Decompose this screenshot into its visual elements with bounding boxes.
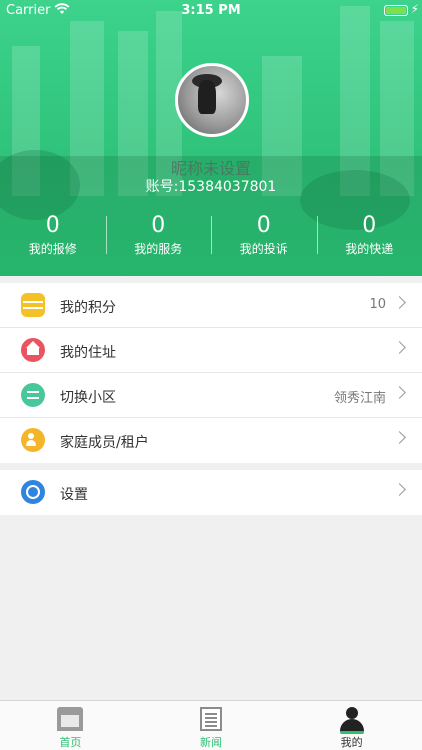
stat-label: 我的快递 bbox=[345, 242, 394, 256]
home-icon bbox=[21, 338, 45, 362]
menu-item-label: 切换小区 bbox=[60, 390, 116, 406]
stat-label: 我的服务 bbox=[134, 242, 183, 256]
stat-value: 0 bbox=[256, 213, 271, 238]
menu-item-address[interactable]: 我的住址 bbox=[0, 328, 422, 373]
menu-item-switch-community[interactable]: 切换小区 领秀江南 bbox=[0, 373, 422, 418]
clock: 3:15 PM bbox=[181, 3, 241, 18]
switch-icon bbox=[21, 383, 45, 407]
avatar[interactable] bbox=[175, 63, 249, 137]
account-number: 账号:15384037801 bbox=[145, 179, 277, 195]
tab-news[interactable]: 新闻 bbox=[141, 701, 282, 750]
stat-complaints[interactable]: 0 我的投诉 bbox=[211, 214, 317, 260]
settings-section: 设置 bbox=[0, 470, 422, 515]
family-icon bbox=[21, 428, 45, 452]
tab-label: 我的 bbox=[340, 736, 363, 749]
points-value: 10 bbox=[369, 297, 386, 312]
tab-home[interactable]: 首页 bbox=[0, 701, 141, 750]
menu-item-label: 我的积分 bbox=[60, 300, 116, 316]
chevron-right-icon bbox=[393, 483, 406, 496]
coins-icon bbox=[21, 293, 45, 317]
stat-label: 我的报修 bbox=[28, 242, 77, 256]
stat-parcels[interactable]: 0 我的快递 bbox=[316, 213, 422, 260]
tab-bar: 首页 新闻 我的 bbox=[0, 700, 422, 750]
menu-item-label: 我的住址 bbox=[60, 345, 116, 361]
tab-label: 首页 bbox=[59, 736, 82, 749]
status-bar: Carrier 3:15 PM ⚡ bbox=[0, 0, 422, 22]
stat-value: 0 bbox=[151, 213, 166, 238]
stat-services[interactable]: 0 我的服务 bbox=[105, 213, 212, 260]
tab-me[interactable]: 我的 bbox=[281, 701, 422, 750]
profile-menu: 我的积分 10 我的住址 切换小区 领秀江南 家庭成员/租户 bbox=[0, 283, 422, 463]
chevron-right-icon bbox=[393, 341, 406, 354]
menu-item-settings[interactable]: 设置 bbox=[0, 470, 422, 515]
stat-value: 0 bbox=[45, 213, 60, 238]
tab-label: 新闻 bbox=[200, 736, 222, 749]
profile-header: Carrier 3:15 PM ⚡ 昵称未设置 账号:15384037801 0… bbox=[0, 0, 422, 276]
stat-value: 0 bbox=[362, 213, 377, 238]
stat-label: 我的投诉 bbox=[239, 242, 288, 256]
chevron-right-icon bbox=[393, 431, 406, 444]
menu-item-points[interactable]: 我的积分 10 bbox=[0, 283, 422, 328]
house-icon bbox=[57, 707, 84, 731]
stats-bar: 0 我的报修 0 我的服务 0 我的投诉 0 我的快递 bbox=[0, 214, 422, 260]
stat-repairs[interactable]: 0 我的报修 bbox=[0, 214, 106, 260]
menu-item-family[interactable]: 家庭成员/租户 bbox=[0, 418, 422, 463]
menu-item-label: 家庭成员/租户 bbox=[60, 435, 149, 451]
charging-icon: ⚡ bbox=[410, 2, 419, 16]
community-name: 领秀江南 bbox=[333, 391, 386, 406]
battery-icon bbox=[384, 5, 408, 16]
chevron-right-icon bbox=[393, 386, 406, 399]
news-icon bbox=[200, 707, 222, 731]
person-icon bbox=[339, 707, 365, 734]
gear-icon bbox=[21, 480, 45, 504]
menu-item-label: 设置 bbox=[60, 487, 88, 503]
chevron-right-icon bbox=[393, 296, 406, 309]
